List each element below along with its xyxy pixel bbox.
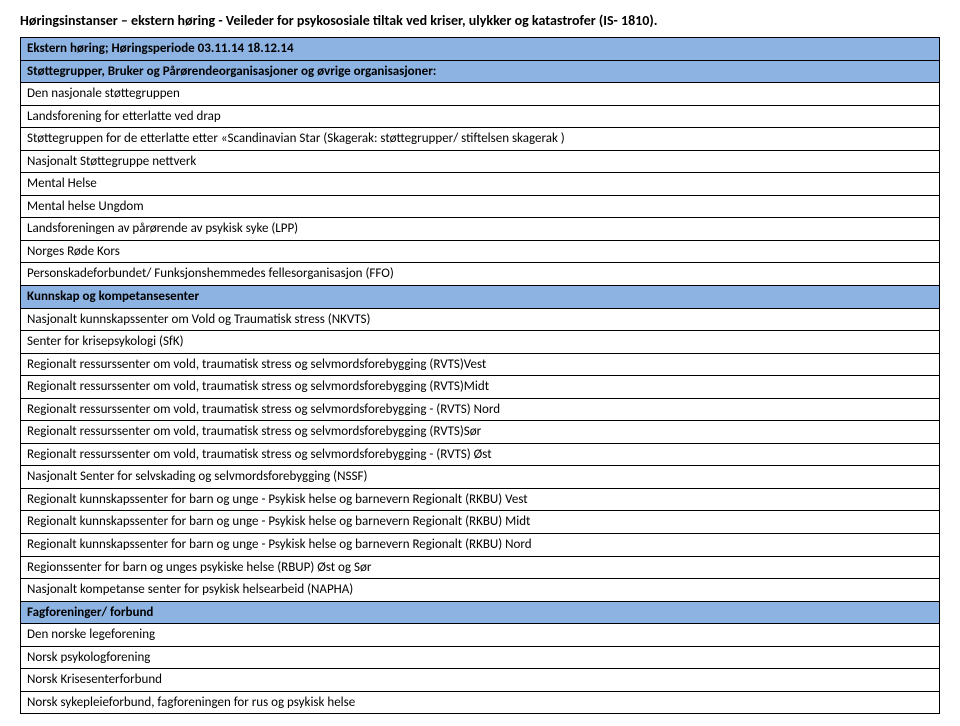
cell: Senter for krisepsykologi (SfK) <box>21 331 940 354</box>
section-header-row: Kunnskap og kompetansesenter <box>21 286 940 309</box>
table-row: Nasjonalt Støttegruppe nettverk <box>21 150 940 173</box>
cell: Regionalt ressurssenter om vold, traumat… <box>21 398 940 421</box>
cell: Regionalt kunnskapssenter for barn og un… <box>21 488 940 511</box>
table-row: Regionalt kunnskapssenter for barn og un… <box>21 534 940 557</box>
cell: Regionalt ressurssenter om vold, traumat… <box>21 443 940 466</box>
cell: Regionalt ressurssenter om vold, traumat… <box>21 353 940 376</box>
table-row: Regionalt ressurssenter om vold, traumat… <box>21 398 940 421</box>
section1-header: Støttegrupper, Bruker og Pårørendeorgani… <box>21 60 940 83</box>
table-row: Støttegruppen for de etterlatte etter «S… <box>21 128 940 151</box>
table-row: Nasjonalt kunnskapssenter om Vold og Tra… <box>21 308 940 331</box>
table-row: Norsk sykepleieforbund, fagforeningen fo… <box>21 691 940 714</box>
table-row: Landsforening for etterlatte ved drap <box>21 105 940 128</box>
cell: Nasjonalt kompetanse senter for psykisk … <box>21 579 940 602</box>
table-row: Landsforeningen av pårørende av psykisk … <box>21 218 940 241</box>
table-row: Norsk Krisesenterforbund <box>21 669 940 692</box>
period-header: Ekstern høring; Høringsperiode 03.11.14 … <box>21 38 940 61</box>
section-header-row: Støttegrupper, Bruker og Pårørendeorgani… <box>21 60 940 83</box>
cell: Norsk psykologforening <box>21 646 940 669</box>
section3-header: Fagforeninger/ forbund <box>21 601 940 624</box>
cell: Personskadeforbundet/ Funksjonshemmedes … <box>21 263 940 286</box>
cell: Landsforening for etterlatte ved drap <box>21 105 940 128</box>
table-row: Norsk psykologforening <box>21 646 940 669</box>
table-row: Regionalt kunnskapssenter for barn og un… <box>21 511 940 534</box>
period-header-row: Ekstern høring; Høringsperiode 03.11.14 … <box>21 38 940 61</box>
table-row: Regionalt ressurssenter om vold, traumat… <box>21 353 940 376</box>
cell: Norsk sykepleieforbund, fagforeningen fo… <box>21 691 940 714</box>
cell: Norges Røde Kors <box>21 240 940 263</box>
section-header-row: Fagforeninger/ forbund <box>21 601 940 624</box>
table-row: Nasjonalt Senter for selvskading og selv… <box>21 466 940 489</box>
table-row: Den norske legeforening <box>21 624 940 647</box>
document-table: Ekstern høring; Høringsperiode 03.11.14 … <box>20 37 940 714</box>
cell: Regionalt kunnskapssenter for barn og un… <box>21 534 940 557</box>
table-row: Nasjonalt kompetanse senter for psykisk … <box>21 579 940 602</box>
cell: Nasjonalt Senter for selvskading og selv… <box>21 466 940 489</box>
table-row: Regionalt kunnskapssenter for barn og un… <box>21 488 940 511</box>
table-row: Regionalt ressurssenter om vold, traumat… <box>21 376 940 399</box>
cell: Norsk Krisesenterforbund <box>21 669 940 692</box>
table-row: Personskadeforbundet/ Funksjonshemmedes … <box>21 263 940 286</box>
cell: Støttegruppen for de etterlatte etter «S… <box>21 128 940 151</box>
cell: Regionalt kunnskapssenter for barn og un… <box>21 511 940 534</box>
table-row: Senter for krisepsykologi (SfK) <box>21 331 940 354</box>
cell: Den nasjonale støttegruppen <box>21 83 940 106</box>
cell: Regionalt ressurssenter om vold, traumat… <box>21 421 940 444</box>
table-row: Regionalt ressurssenter om vold, traumat… <box>21 443 940 466</box>
cell: Landsforeningen av pårørende av psykisk … <box>21 218 940 241</box>
table-row: Den nasjonale støttegruppen <box>21 83 940 106</box>
table-row: Mental Helse <box>21 173 940 196</box>
cell: Regionssenter for barn og unges psykiske… <box>21 556 940 579</box>
table-row: Regionssenter for barn og unges psykiske… <box>21 556 940 579</box>
section2-header: Kunnskap og kompetansesenter <box>21 286 940 309</box>
table-row: Norges Røde Kors <box>21 240 940 263</box>
cell: Regionalt ressurssenter om vold, traumat… <box>21 376 940 399</box>
cell: Den norske legeforening <box>21 624 940 647</box>
table-row: Mental helse Ungdom <box>21 195 940 218</box>
page-title: Høringsinstanser – ekstern høring - Veil… <box>20 12 940 29</box>
table-row: Regionalt ressurssenter om vold, traumat… <box>21 421 940 444</box>
cell: Mental helse Ungdom <box>21 195 940 218</box>
cell: Nasjonalt kunnskapssenter om Vold og Tra… <box>21 308 940 331</box>
cell: Nasjonalt Støttegruppe nettverk <box>21 150 940 173</box>
cell: Mental Helse <box>21 173 940 196</box>
